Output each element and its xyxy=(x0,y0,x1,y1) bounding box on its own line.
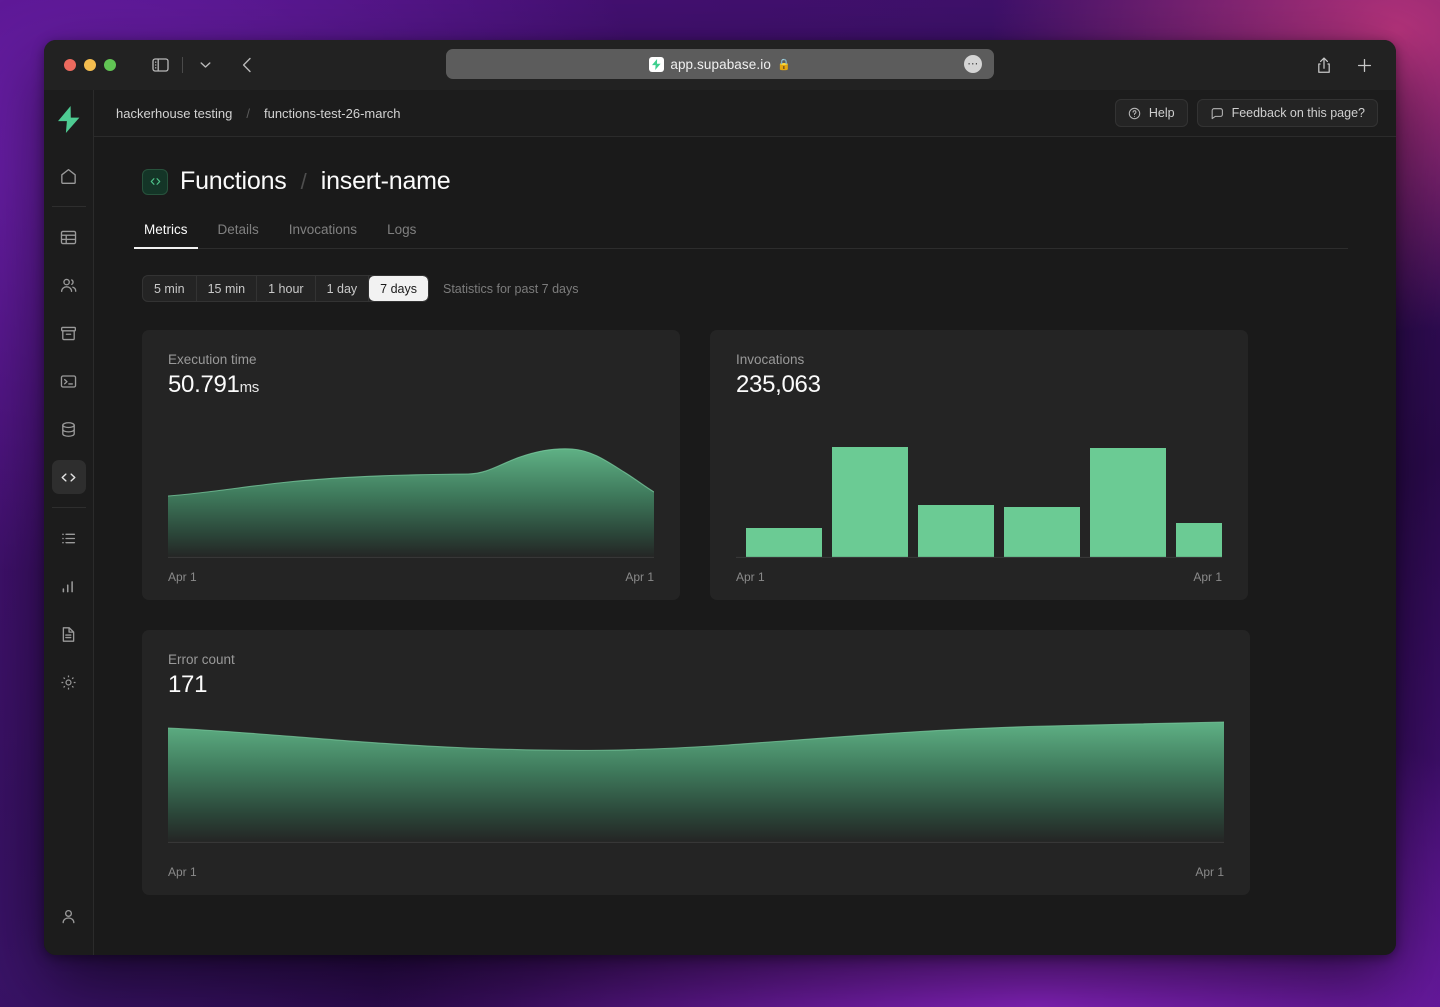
bar xyxy=(832,447,908,557)
lock-icon: 🔒 xyxy=(777,58,791,71)
sidebar-item-table-editor[interactable] xyxy=(52,220,86,254)
window-controls xyxy=(64,59,116,71)
execution-time-card: Execution time 50.791ms xyxy=(142,330,680,600)
error-count-chart[interactable] xyxy=(168,718,1224,843)
help-label: Help xyxy=(1149,106,1175,120)
sidebar-divider xyxy=(52,206,86,207)
execution-time-value: 50.791 xyxy=(168,371,240,398)
error-count-card: Error count 171 xyxy=(142,630,1250,895)
error-count-value: 171 xyxy=(142,671,1250,699)
close-window-button[interactable] xyxy=(64,59,76,71)
message-icon xyxy=(1210,107,1224,120)
sidebar-item-api-docs[interactable] xyxy=(52,617,86,651)
app-topbar: hackerhouse testing / functions-test-26-… xyxy=(94,90,1396,137)
time-range-15min[interactable]: 15 min xyxy=(197,276,258,301)
title-separator: / xyxy=(301,169,307,195)
sidebar-toggle-icon[interactable] xyxy=(146,52,174,78)
page-tabs: Metrics Details Invocations Logs xyxy=(142,222,1348,249)
account-icon[interactable] xyxy=(52,899,86,933)
page-content: Functions / insert-name Metrics Details … xyxy=(94,137,1396,955)
time-range-selector: 5 min 15 min 1 hour 1 day 7 days xyxy=(142,275,429,302)
back-button[interactable] xyxy=(233,52,261,78)
statistics-note: Statistics for past 7 days xyxy=(443,282,578,296)
tab-metrics[interactable]: Metrics xyxy=(142,222,190,248)
ellipsis-icon[interactable]: ⋯ xyxy=(964,55,982,73)
time-range-1day[interactable]: 1 day xyxy=(316,276,370,301)
execution-time-chart[interactable] xyxy=(168,438,654,558)
sidebar-item-database[interactable] xyxy=(52,412,86,446)
sidebar-item-reports[interactable] xyxy=(52,569,86,603)
code-icon xyxy=(142,169,168,195)
page-title[interactable]: Functions xyxy=(180,167,287,196)
sidebar-item-logs[interactable] xyxy=(52,521,86,555)
sidebar-item-settings[interactable] xyxy=(52,665,86,699)
error-count-axis: Apr 1 Apr 1 xyxy=(168,865,1224,879)
sidebar-item-authentication[interactable] xyxy=(52,268,86,302)
chevron-down-icon[interactable] xyxy=(191,52,219,78)
bar xyxy=(1176,523,1222,557)
invocations-axis: Apr 1 Apr 1 xyxy=(736,570,1222,584)
maximize-window-button[interactable] xyxy=(104,59,116,71)
tab-invocations[interactable]: Invocations xyxy=(287,222,359,248)
sidebar-divider xyxy=(52,507,86,508)
question-circle-icon xyxy=(1128,107,1141,120)
axis-label-start: Apr 1 xyxy=(736,570,765,584)
controls-row: 5 min 15 min 1 hour 1 day 7 days Statist… xyxy=(142,275,1348,302)
breadcrumb-separator: / xyxy=(246,106,250,121)
url-text: app.supabase.io xyxy=(670,57,771,72)
metrics-grid: Execution time 50.791ms xyxy=(142,330,1348,600)
invocations-card: Invocations 235,063 xyxy=(710,330,1248,600)
browser-window: app.supabase.io 🔒 ⋯ xyxy=(44,40,1396,955)
execution-time-unit: ms xyxy=(240,379,259,396)
app-shell: hackerhouse testing / functions-test-26-… xyxy=(44,90,1396,955)
plus-icon[interactable] xyxy=(1350,52,1378,78)
supabase-favicon xyxy=(649,57,664,72)
sidebar-item-storage[interactable] xyxy=(52,316,86,350)
feedback-label: Feedback on this page? xyxy=(1232,106,1365,120)
supabase-logo[interactable] xyxy=(56,104,82,134)
axis-label-end: Apr 1 xyxy=(1195,865,1224,879)
breadcrumb-organization[interactable]: hackerhouse testing xyxy=(116,106,232,121)
sidebar-item-sql-editor[interactable] xyxy=(52,364,86,398)
bar xyxy=(746,528,822,557)
tab-logs[interactable]: Logs xyxy=(385,222,418,248)
bar xyxy=(1004,507,1080,557)
tab-details[interactable]: Details xyxy=(216,222,261,248)
card-label: Invocations xyxy=(710,352,1248,367)
toolbar-divider xyxy=(182,57,183,73)
help-button[interactable]: Help xyxy=(1115,99,1188,127)
breadcrumb-project[interactable]: functions-test-26-march xyxy=(264,106,401,121)
axis-label-end: Apr 1 xyxy=(1193,570,1222,584)
invocations-chart[interactable] xyxy=(736,438,1222,558)
bar xyxy=(1090,448,1166,557)
function-name: insert-name xyxy=(321,167,451,196)
invocations-value: 235,063 xyxy=(710,371,1248,399)
axis-label-start: Apr 1 xyxy=(168,570,197,584)
main-column: hackerhouse testing / functions-test-26-… xyxy=(94,90,1396,955)
time-range-5min[interactable]: 5 min xyxy=(143,276,197,301)
browser-titlebar: app.supabase.io 🔒 ⋯ xyxy=(44,40,1396,90)
minimize-window-button[interactable] xyxy=(84,59,96,71)
breadcrumb: hackerhouse testing / functions-test-26-… xyxy=(116,106,401,121)
axis-label-start: Apr 1 xyxy=(168,865,197,879)
share-icon[interactable] xyxy=(1310,52,1338,78)
card-value: 50.791ms xyxy=(142,371,680,399)
bar xyxy=(918,505,994,557)
card-label: Error count xyxy=(142,652,1250,667)
page-header: Functions / insert-name xyxy=(142,167,1348,196)
time-range-1hour[interactable]: 1 hour xyxy=(257,276,315,301)
app-sidebar xyxy=(44,90,94,955)
card-label: Execution time xyxy=(142,352,680,367)
sidebar-item-functions[interactable] xyxy=(52,460,86,494)
feedback-button[interactable]: Feedback on this page? xyxy=(1197,99,1378,127)
address-bar[interactable]: app.supabase.io 🔒 ⋯ xyxy=(446,49,994,79)
axis-label-end: Apr 1 xyxy=(625,570,654,584)
execution-time-axis: Apr 1 Apr 1 xyxy=(168,570,654,584)
time-range-7days[interactable]: 7 days xyxy=(369,276,428,301)
sidebar-item-home[interactable] xyxy=(52,159,86,193)
